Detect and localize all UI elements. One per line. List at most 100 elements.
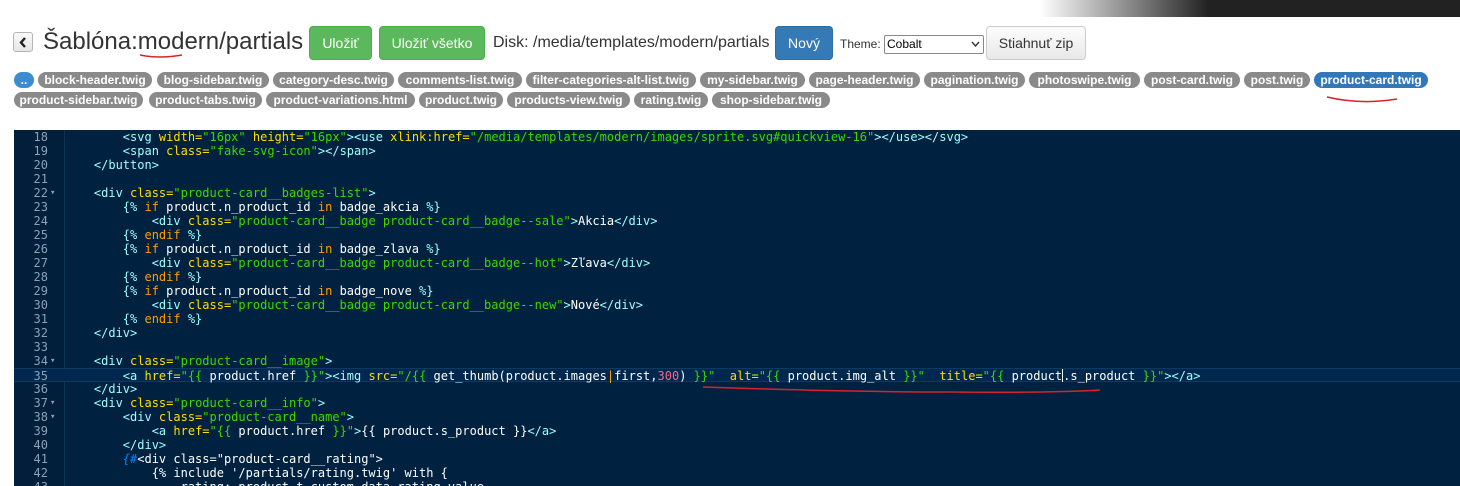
code-token: {% include '/partials/rating.twig' with …	[65, 466, 448, 480]
code-token: "16px"	[303, 130, 347, 144]
code-line[interactable]: 22 ▾ <div class="product-card__badges-lis…	[14, 186, 1460, 200]
download-zip-button[interactable]: Stiahnuť zip	[986, 26, 1086, 60]
code-text: {% endif %}	[65, 312, 202, 326]
code-token: alt=	[715, 369, 759, 383]
code-line[interactable]: 37 ▾ <div class="product-card__info">	[14, 396, 1460, 410]
file-tab[interactable]: comments-list.twig	[398, 72, 522, 88]
file-tab[interactable]: my-sidebar.twig	[700, 72, 805, 88]
file-tab[interactable]: post-card.twig	[1144, 72, 1240, 88]
code-line[interactable]: 38 ▾ <div class="product-card__name">	[14, 410, 1460, 424]
code-line[interactable]: 25 {% endif %}	[14, 228, 1460, 242]
line-number: 41	[33, 452, 48, 466]
code-line[interactable]: 28 {% endif %}	[14, 270, 1460, 284]
code-text: <div class="product-card__badges-list">	[65, 186, 376, 200]
code-line[interactable]: 19 <span class="fake-svg-icon"></span>	[14, 144, 1460, 158]
line-number: 25	[33, 228, 48, 242]
code-line[interactable]: 20 </button>	[14, 158, 1460, 172]
code-line[interactable]: 39 <a href="{{ product.href }}">{{ produ…	[14, 424, 1460, 438]
code-token: </button>	[93, 158, 159, 172]
code-line[interactable]: 18 <svg width="16px" height="16px"><use …	[14, 130, 1460, 144]
back-button[interactable]	[13, 32, 33, 52]
code-line[interactable]: 31 {% endif %}	[14, 312, 1460, 326]
code-line[interactable]: 24 <div class="product-card__badge produ…	[14, 214, 1460, 228]
page-title-name: modern/partials	[137, 28, 304, 55]
file-tab[interactable]: products-view.twig	[507, 92, 630, 108]
code-token: product.n_product_id	[166, 284, 311, 298]
code-token: }}"	[325, 424, 355, 438]
file-tab[interactable]: category-desc.twig	[273, 72, 394, 88]
code-line[interactable]: 35 <a href="{{ product.href }}"><img src…	[14, 368, 1460, 383]
code-line[interactable]: 27 <div class="product-card__badge produ…	[14, 256, 1460, 270]
code-token: </div>	[599, 298, 644, 312]
code-line[interactable]: 21	[14, 172, 1460, 186]
fold-arrow-icon[interactable]: ▾	[50, 410, 55, 424]
theme-select[interactable]: Cobalt	[884, 35, 984, 54]
code-token: rating: product.t_custom_data.rating_val…	[65, 480, 492, 486]
code-token: <div	[93, 186, 131, 200]
code-line[interactable]: 40 </div>	[14, 438, 1460, 452]
line-number: 23	[33, 200, 48, 214]
code-token: "product-card__badge product-card__badge…	[231, 256, 564, 270]
fold-arrow-icon[interactable]: ▾	[50, 396, 55, 410]
code-line[interactable]: 43 rating: product.t_custom_data.rating_…	[14, 480, 1460, 486]
file-tab[interactable]: page-header.twig	[809, 72, 920, 88]
code-line[interactable]: 34 ▾ <div class="product-card__image">	[14, 354, 1460, 368]
code-token: "product-card__badges-list"	[173, 186, 369, 200]
save-all-button[interactable]: Uložiť všetko	[379, 26, 485, 60]
line-number: 26	[33, 242, 48, 256]
code-line[interactable]: 26 {% if product.n_product_id in badge_z…	[14, 242, 1460, 256]
new-button[interactable]: Nový	[775, 26, 833, 60]
code-text: {#<div class="product-card__rating">	[65, 452, 383, 466]
page-title-prefix: Šablóna:	[43, 28, 138, 55]
line-number: 35	[33, 369, 48, 383]
file-tab[interactable]: product-tabs.twig	[149, 92, 262, 108]
file-tab[interactable]: product-card.twig	[1314, 72, 1428, 88]
code-text: </button>	[65, 158, 159, 172]
line-number: 34	[33, 354, 48, 368]
save-button[interactable]: Uložiť	[309, 26, 372, 60]
code-text: <div class="product-card__badge product-…	[65, 256, 651, 270]
code-token: Zľava	[570, 256, 607, 270]
file-tab[interactable]: product.twig	[419, 92, 503, 108]
code-line[interactable]: 23 {% if product.n_product_id in badge_a…	[14, 200, 1460, 214]
parent-folder-tab[interactable]: ..	[14, 72, 34, 88]
code-line[interactable]: 30 <div class="product-card__badge produ…	[14, 298, 1460, 312]
line-number: 39	[33, 424, 48, 438]
file-tab[interactable]: post.twig	[1244, 72, 1310, 88]
code-token: ></span>	[317, 144, 376, 158]
code-line[interactable]: 42 {% include '/partials/rating.twig' wi…	[14, 466, 1460, 480]
code-token: product.n_product_id	[166, 200, 311, 214]
code-editor[interactable]: 18 <svg width="16px" height="16px"><use …	[14, 130, 1460, 486]
code-line[interactable]: 41 {#<div class="product-card__rating">	[14, 452, 1460, 466]
fold-arrow-icon[interactable]: ▾	[50, 186, 55, 200]
code-token: class=	[187, 298, 232, 312]
file-tab[interactable]: product-sidebar.twig	[14, 92, 143, 108]
code-token: product	[1011, 369, 1063, 383]
code-line[interactable]: 33	[14, 340, 1460, 354]
code-token: href=	[173, 424, 210, 438]
code-token: }}"	[895, 369, 925, 383]
line-number: 24	[33, 214, 48, 228]
file-tab[interactable]: product-variations.html	[266, 92, 415, 108]
chevron-left-icon	[19, 37, 26, 48]
fold-arrow-icon[interactable]: ▾	[50, 354, 55, 368]
file-tab[interactable]: blog-sidebar.twig	[157, 72, 269, 88]
code-token: get_thumb(product.images	[433, 369, 607, 383]
file-tab[interactable]: shop-sidebar.twig	[712, 92, 830, 108]
code-text: </div>	[65, 382, 137, 396]
code-line[interactable]: 29 {% if product.n_product_id in badge_n…	[14, 284, 1460, 298]
code-token: </div>	[93, 382, 138, 396]
file-tab[interactable]: photoswipe.twig	[1029, 72, 1140, 88]
file-tab[interactable]: filter-categories-alt-list.twig	[526, 72, 696, 88]
code-line[interactable]: 32 </div>	[14, 326, 1460, 340]
file-tab[interactable]: pagination.twig	[924, 72, 1025, 88]
file-tab[interactable]: block-header.twig	[38, 72, 152, 88]
line-number: 32	[33, 326, 48, 340]
file-tab[interactable]: rating.twig	[634, 92, 708, 108]
